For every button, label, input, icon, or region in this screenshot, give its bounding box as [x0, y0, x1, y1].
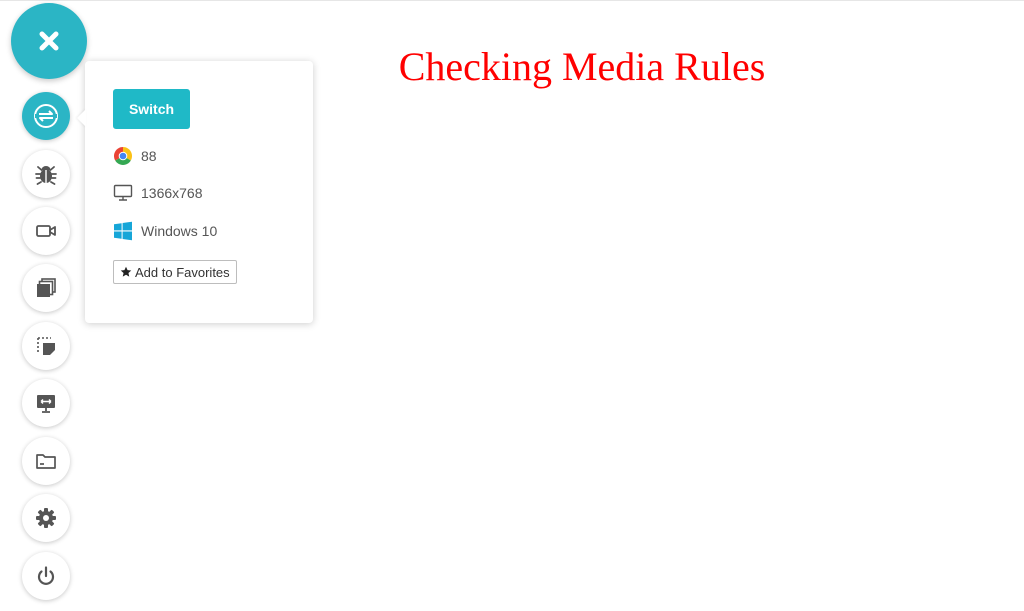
- page: Checking Media Rules Switch 88 1366x768 …: [0, 0, 1024, 611]
- switch-browser-button[interactable]: [22, 92, 70, 140]
- chrome-icon: [112, 145, 134, 167]
- os-row: Windows 10: [112, 220, 217, 242]
- close-icon: [37, 29, 61, 53]
- monitor-icon: [112, 182, 134, 204]
- resolution-button[interactable]: [22, 379, 70, 427]
- settings-button[interactable]: [22, 494, 70, 542]
- region-capture-icon: [34, 334, 58, 358]
- star-icon: [120, 266, 132, 278]
- popover-arrow: [77, 109, 86, 127]
- browser-version: 88: [141, 148, 157, 164]
- close-button[interactable]: [11, 3, 87, 79]
- add-to-favorites-button[interactable]: Add to Favorites: [113, 260, 237, 284]
- resolution-value: 1366x768: [141, 185, 203, 201]
- folder-icon: [34, 449, 58, 473]
- record-video-button[interactable]: [22, 207, 70, 255]
- left-toolbar: [0, 1, 95, 611]
- bug-icon: [34, 162, 58, 186]
- add-to-favorites-label: Add to Favorites: [135, 264, 230, 280]
- resolution-row: 1366x768: [112, 182, 203, 204]
- power-icon: [34, 564, 58, 588]
- capture-region-button[interactable]: [22, 322, 70, 370]
- debug-button[interactable]: [22, 150, 70, 198]
- windows-icon: [112, 220, 134, 242]
- gallery-icon: [34, 276, 58, 300]
- switch-icon: [31, 101, 61, 131]
- page-title: Checking Media Rules: [398, 44, 766, 89]
- video-camera-icon: [34, 219, 58, 243]
- gear-icon: [34, 506, 58, 530]
- os-value: Windows 10: [141, 223, 218, 239]
- browser-info-popover: Switch 88 1366x768 Windows 10 Add to Fav…: [77, 61, 313, 323]
- browser-version-row: 88: [112, 145, 157, 167]
- monitor-resize-icon: [34, 391, 58, 415]
- switch-button[interactable]: Switch: [113, 89, 190, 129]
- files-button[interactable]: [22, 437, 70, 485]
- end-session-button[interactable]: [22, 552, 70, 600]
- screenshots-button[interactable]: [22, 264, 70, 312]
